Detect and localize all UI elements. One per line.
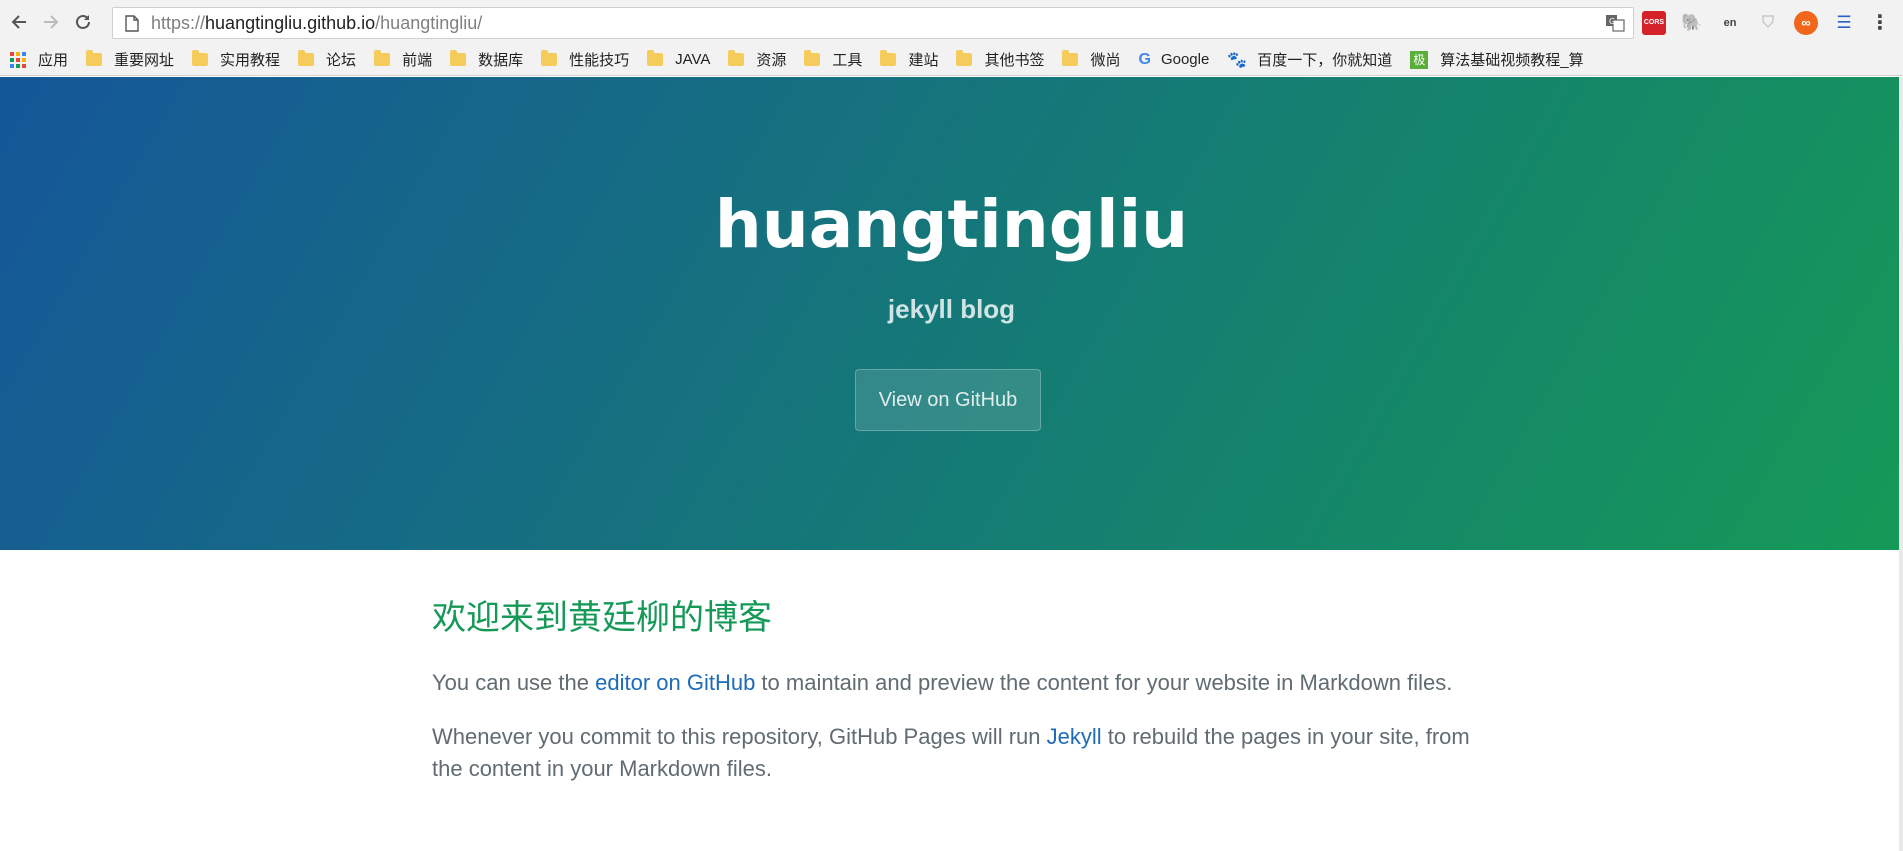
bookmark-label: 前端 <box>402 52 433 69</box>
scrollbar[interactable] <box>1899 77 1903 851</box>
bookmark-label: 资源 <box>756 52 787 69</box>
bookmark-label: 建站 <box>908 52 939 69</box>
bookmark-folder[interactable]: 资源 <box>728 49 786 70</box>
folder-icon <box>1062 50 1079 66</box>
content-heading: 欢迎来到黄廷柳的博客 <box>432 598 772 638</box>
main-content: 欢迎来到黄廷柳的博客 You can use the editor on Git… <box>432 590 1472 807</box>
bookmark-folder[interactable]: 前端 <box>374 49 432 70</box>
editor-on-github-link[interactable]: editor on GitHub <box>595 670 755 695</box>
back-button[interactable] <box>6 9 32 35</box>
bookmark-label: 重要网址 <box>114 52 175 69</box>
reload-button[interactable] <box>70 9 96 35</box>
paragraph-2: Whenever you commit to this repository, … <box>432 721 1472 785</box>
bookmark-folder[interactable]: 性能技巧 <box>541 49 629 70</box>
miao-icon[interactable]: ☰ <box>1832 11 1856 35</box>
bookmark-label: 其他书签 <box>984 52 1045 69</box>
bookmark-algo[interactable]: 极 算法基础视频教程_算 <box>1410 49 1584 70</box>
paragraph-1: You can use the editor on GitHub to main… <box>432 667 1472 699</box>
bookmark-label: Google <box>1160 51 1210 68</box>
bookmark-google[interactable]: G Google <box>1138 51 1209 69</box>
baidu-paw-icon: 🐾 <box>1227 51 1248 69</box>
bookmark-folder[interactable]: JAVA <box>647 50 711 68</box>
url-host: huangtingliu.github.io <box>205 12 376 33</box>
bookmark-label: 百度一下，你就知道 <box>1257 52 1393 69</box>
bookmark-label: 数据库 <box>478 52 524 69</box>
folder-icon <box>647 50 664 66</box>
bookmark-label: 工具 <box>832 52 863 69</box>
bookmarks-bar: 应用 重要网址 实用教程 论坛 前端 数据库 性能技巧 JAVA 资源 工具 建… <box>0 44 1903 76</box>
folder-icon <box>728 50 745 66</box>
infinity-icon[interactable]: ∞ <box>1794 10 1818 35</box>
google-icon: G <box>1138 50 1151 68</box>
jekyll-link[interactable]: Jekyll <box>1047 724 1102 749</box>
browser-menu-icon[interactable]: ⋮ <box>1870 10 1890 35</box>
evernote-icon[interactable]: 🐘 <box>1680 11 1704 35</box>
bookmark-baidu[interactable]: 🐾 百度一下，你就知道 <box>1227 49 1392 70</box>
folder-icon <box>450 50 467 66</box>
back-arrow-icon <box>11 15 26 29</box>
url-scheme: https:// <box>151 12 206 33</box>
bookmark-label: 论坛 <box>326 52 357 69</box>
folder-icon <box>541 50 558 66</box>
folder-icon <box>192 50 209 66</box>
forward-arrow-icon <box>44 15 59 29</box>
svg-text:G: G <box>1609 17 1615 26</box>
extensions-area: CORS 🐘 en ⛉ ∞ ☰ ⋮ <box>1642 10 1890 35</box>
en-icon[interactable]: en <box>1718 11 1742 35</box>
bookmark-label: 算法基础视频教程_算 <box>1440 52 1584 69</box>
view-on-github-button[interactable]: View on GitHub <box>855 369 1041 431</box>
text: Whenever you commit to this repository, … <box>432 724 1047 749</box>
browser-toolbar: https://huangtingliu.github.io/huangting… <box>0 0 1903 44</box>
bookmark-label: 应用 <box>38 52 69 69</box>
project-name: huangtingliu <box>714 186 1189 263</box>
address-bar[interactable]: https://huangtingliu.github.io/huangting… <box>112 7 1634 39</box>
url-path: /huangtingliu/ <box>375 12 483 33</box>
bookmark-label: 实用教程 <box>220 52 281 69</box>
bookmark-label: JAVA <box>675 51 711 68</box>
folder-icon <box>804 50 821 66</box>
folder-icon <box>86 50 103 66</box>
bookmark-folder[interactable]: 建站 <box>880 49 938 70</box>
bookmark-folder[interactable]: 重要网址 <box>86 49 174 70</box>
translate-icon[interactable]: G <box>1605 14 1625 32</box>
folder-icon <box>956 50 973 66</box>
page-header: huangtingliu jekyll blog View on GitHub <box>0 77 1903 550</box>
bookmark-folder[interactable]: 工具 <box>804 49 862 70</box>
bookmark-label: 性能技巧 <box>569 52 630 69</box>
project-tagline: jekyll blog <box>887 294 1016 324</box>
folder-icon <box>298 50 315 66</box>
shield-icon[interactable]: ⛉ <box>1756 11 1780 35</box>
bookmark-folder[interactable]: 数据库 <box>450 49 523 70</box>
bookmark-folder[interactable]: 论坛 <box>298 49 356 70</box>
bookmark-label: 微尚 <box>1090 52 1121 69</box>
bookmark-apps[interactable]: 应用 <box>10 49 68 70</box>
page-icon <box>125 14 139 32</box>
text: to maintain and preview the content for … <box>755 670 1453 695</box>
cors-icon[interactable]: CORS <box>1642 10 1666 35</box>
bookmark-folder[interactable]: 其他书签 <box>956 49 1044 70</box>
forward-button[interactable] <box>38 9 64 35</box>
apps-grid-icon <box>10 51 26 68</box>
bookmark-folder[interactable]: 实用教程 <box>192 49 280 70</box>
text: You can use the <box>432 670 596 695</box>
folder-icon <box>880 50 897 66</box>
site-favicon-icon: 极 <box>1410 50 1429 69</box>
reload-icon <box>76 14 90 29</box>
folder-icon <box>374 50 391 66</box>
bookmark-folder[interactable]: 微尚 <box>1062 49 1120 70</box>
